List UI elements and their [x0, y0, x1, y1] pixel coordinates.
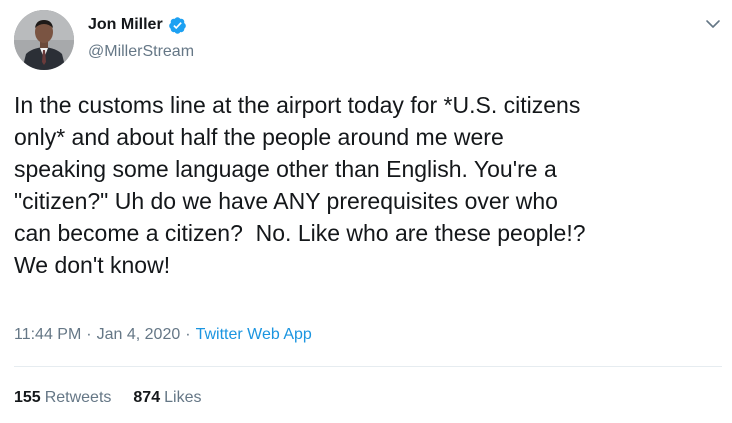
meta-separator: · — [86, 326, 92, 343]
tweet-card: Jon Miller @MillerStream In the customs … — [0, 0, 732, 423]
tweet-time[interactable]: 11:44 PM — [14, 324, 81, 346]
author-name-row[interactable]: Jon Miller — [88, 15, 187, 35]
likes-label: Likes — [164, 389, 202, 406]
divider — [14, 366, 722, 367]
display-name[interactable]: Jon Miller — [88, 15, 163, 35]
tweet-text: In the customs line at the airport today… — [14, 92, 586, 278]
avatar-image — [14, 10, 74, 70]
retweets-label: Retweets — [44, 389, 112, 406]
tweet-source-link[interactable]: Twitter Web App — [196, 324, 312, 346]
likes-count: 874 — [133, 389, 161, 406]
tweet-date[interactable]: Jan 4, 2020 — [97, 324, 181, 346]
retweets-stat[interactable]: 155 Retweets — [14, 386, 111, 410]
avatar[interactable] — [14, 10, 74, 70]
retweets-count: 155 — [14, 389, 41, 406]
verified-badge-icon — [168, 16, 187, 35]
author-handle[interactable]: @MillerStream — [88, 42, 194, 62]
tweet-metadata: 11:44 PM · Jan 4, 2020 · Twitter Web App — [14, 324, 312, 346]
meta-separator: · — [185, 326, 191, 343]
chevron-down-icon[interactable] — [703, 14, 723, 34]
engagement-stats: 155 Retweets 874 Likes — [14, 386, 201, 410]
likes-stat[interactable]: 874 Likes — [133, 386, 201, 410]
